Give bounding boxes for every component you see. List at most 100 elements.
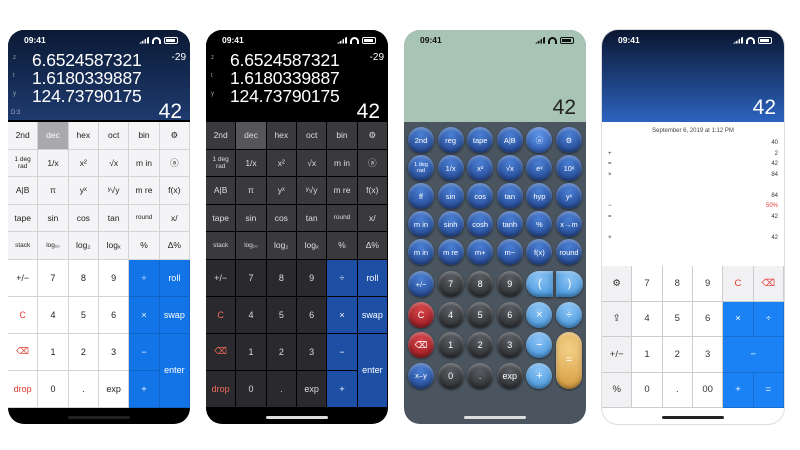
key-ff[interactable]: ff: [408, 183, 434, 209]
key-x[interactable]: √x: [496, 155, 523, 181]
key-roll[interactable]: roll: [357, 259, 388, 297]
key-hyp[interactable]: hyp: [526, 183, 553, 209]
key-n7[interactable]: 7: [437, 271, 464, 297]
key-exp[interactable]: exp: [99, 370, 130, 408]
key-swap[interactable]: swap: [357, 296, 388, 334]
key-sym[interactable]: π: [38, 177, 69, 205]
key-c[interactable]: C: [408, 301, 434, 328]
key-sym[interactable]: ⓐ: [159, 149, 190, 177]
key-tape[interactable]: tape: [8, 204, 39, 232]
key-n4[interactable]: 4: [437, 301, 464, 328]
key-percent[interactable]: %: [602, 372, 633, 408]
key-a-b[interactable]: A|B: [496, 127, 523, 153]
key-bin[interactable]: bin: [327, 122, 358, 150]
key-plusminus[interactable]: +/−: [602, 337, 633, 373]
key-plusminus[interactable]: +/−: [206, 259, 237, 297]
key-cos[interactable]: cos: [467, 183, 494, 209]
key-drop[interactable]: drop: [8, 370, 39, 408]
key-m-in[interactable]: m in: [408, 239, 434, 265]
key-tan[interactable]: tan: [496, 183, 523, 209]
key-cos[interactable]: cos: [68, 204, 99, 232]
key-dot[interactable]: .: [266, 370, 297, 408]
key-log[interactable]: log₂: [266, 232, 297, 260]
key-x[interactable]: x²: [266, 149, 297, 177]
key-f-x[interactable]: f(x): [159, 177, 190, 205]
key-m[interactable]: m−: [496, 239, 523, 265]
key-n5[interactable]: 5: [266, 296, 297, 334]
key-a-b[interactable]: A|B: [206, 177, 237, 205]
key-m-re[interactable]: m re: [327, 177, 358, 205]
key-div[interactable]: ÷: [327, 259, 358, 297]
key-sin[interactable]: sin: [236, 204, 267, 232]
key-drop[interactable]: drop: [206, 370, 237, 408]
key-sinh[interactable]: sinh: [437, 211, 464, 237]
key-mul[interactable]: ×: [526, 301, 553, 328]
key-a-b[interactable]: A|B: [8, 177, 39, 205]
key-n3[interactable]: 3: [99, 333, 130, 371]
key-2nd[interactable]: 2nd: [408, 127, 434, 153]
key-tanh[interactable]: tanh: [496, 211, 523, 237]
key-tape[interactable]: tape: [206, 204, 237, 232]
key-e[interactable]: eˣ: [526, 155, 553, 181]
key-n7[interactable]: 7: [38, 259, 69, 297]
key-1-x[interactable]: 1/x: [236, 149, 267, 177]
key-plusminus[interactable]: +/−: [8, 259, 39, 297]
key-n8[interactable]: 8: [266, 259, 297, 297]
key-mul[interactable]: ×: [327, 296, 358, 334]
key-2nd[interactable]: 2nd: [8, 122, 39, 150]
key-x[interactable]: √x: [99, 149, 130, 177]
key-y[interactable]: yˣ: [556, 183, 582, 209]
key-eq[interactable]: =: [753, 372, 784, 408]
key-enter[interactable]: enter: [357, 333, 388, 408]
key-n6[interactable]: 6: [693, 301, 724, 337]
key-reg[interactable]: reg: [437, 127, 464, 153]
key-y[interactable]: yˣ: [68, 177, 99, 205]
key-dec[interactable]: dec: [38, 122, 69, 150]
key-n2[interactable]: 2: [68, 333, 99, 371]
key-m-in[interactable]: m in: [327, 149, 358, 177]
key-log[interactable]: logₓ: [99, 232, 130, 260]
key-n9[interactable]: 9: [693, 266, 724, 302]
key-n3[interactable]: 3: [297, 333, 328, 371]
key-minus[interactable]: −: [723, 337, 784, 373]
key-y[interactable]: ʸ√y: [297, 177, 328, 205]
key-cos[interactable]: cos: [266, 204, 297, 232]
key-plusminus[interactable]: +/−: [408, 271, 434, 297]
key-n9[interactable]: 9: [99, 259, 130, 297]
key-n0[interactable]: 0: [632, 372, 663, 408]
key-n8[interactable]: 8: [68, 259, 99, 297]
key-1-x[interactable]: 1/x: [38, 149, 69, 177]
key-n7[interactable]: 7: [236, 259, 267, 297]
key-hex[interactable]: hex: [266, 122, 297, 150]
key-round[interactable]: round: [556, 239, 582, 265]
key-f-x[interactable]: f(x): [357, 177, 388, 205]
key-round[interactable]: round: [129, 204, 160, 232]
key-dblzero[interactable]: 00: [693, 372, 724, 408]
key-sym[interactable]: ⚙: [159, 122, 190, 150]
key-back[interactable]: ⌫: [408, 332, 434, 358]
key-n1[interactable]: 1: [632, 337, 663, 373]
key-n0[interactable]: 0: [437, 362, 464, 389]
key-log[interactable]: logₓ: [297, 232, 328, 260]
key-n1[interactable]: 1: [437, 332, 464, 358]
key-m-re[interactable]: m re: [437, 239, 464, 265]
key-mul[interactable]: ×: [129, 296, 160, 334]
key-f-x[interactable]: f(x): [526, 239, 553, 265]
key-x-m[interactable]: x→m: [556, 211, 582, 237]
key-paren_open[interactable]: (: [526, 271, 554, 297]
key-n6[interactable]: 6: [99, 296, 130, 334]
key-n3[interactable]: 3: [496, 332, 523, 358]
key-y[interactable]: yˣ: [266, 177, 297, 205]
key-sin[interactable]: sin: [38, 204, 69, 232]
key-x[interactable]: x/: [357, 204, 388, 232]
key-plus[interactable]: +: [526, 362, 553, 389]
key-back[interactable]: ⌫: [753, 266, 784, 302]
key-log[interactable]: log₁₀: [236, 232, 267, 260]
key-y[interactable]: ʸ√y: [99, 177, 130, 205]
key-n5[interactable]: 5: [662, 301, 693, 337]
key-n0[interactable]: 0: [236, 370, 267, 408]
key-x[interactable]: x²: [68, 149, 99, 177]
key-plus[interactable]: +: [327, 370, 358, 408]
key-oct[interactable]: oct: [297, 122, 328, 150]
key-dec[interactable]: dec: [236, 122, 267, 150]
